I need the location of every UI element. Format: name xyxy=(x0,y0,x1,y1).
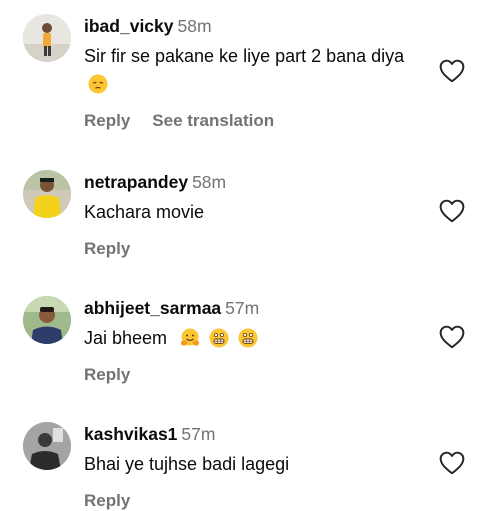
hugging-face-emoji-icon xyxy=(180,328,200,346)
see-translation-button[interactable]: See translation xyxy=(152,111,274,130)
grimacing-face-emoji-icon xyxy=(209,328,229,348)
comment-text-content: Jai bheem xyxy=(84,328,168,348)
username[interactable]: ibad_vicky xyxy=(84,16,174,36)
avatar[interactable] xyxy=(23,14,71,62)
comment-item: kashvikas1 57m Bhai ye tujhse badi lagegi… xyxy=(0,422,482,510)
timestamp: 57m xyxy=(225,298,260,318)
comment-item: ibad_vicky 58m Sir fir se pakane ke liye … xyxy=(0,14,482,134)
heart-outline-icon[interactable] xyxy=(439,199,465,223)
comment-text: Jai bheem xyxy=(84,324,414,352)
avatar[interactable] xyxy=(23,422,71,470)
comment-actions: Reply xyxy=(84,239,152,259)
avatar[interactable] xyxy=(23,170,71,218)
reply-button[interactable]: Reply xyxy=(84,111,130,130)
comment-item: abhijeet_sarmaa 57m Jai bheem Reply xyxy=(0,296,482,386)
comment-text: Kachara movie xyxy=(84,198,414,226)
comment-header: ibad_vicky 58m xyxy=(84,14,212,38)
comment-text: Bhai ye tujhse badi lagegi xyxy=(84,450,414,478)
comment-text-content: Kachara movie xyxy=(84,202,205,222)
comment-header: netrapandey 58m xyxy=(84,170,226,194)
timestamp: 57m xyxy=(181,424,216,444)
reply-button[interactable]: Reply xyxy=(84,365,130,384)
username[interactable]: netrapandey xyxy=(84,172,188,192)
username[interactable]: abhijeet_sarmaa xyxy=(84,298,221,318)
comment-actions: Reply xyxy=(84,365,152,385)
pensive-face-emoji-icon xyxy=(88,74,108,94)
heart-outline-icon[interactable] xyxy=(439,59,465,83)
avatar[interactable] xyxy=(23,296,71,344)
heart-outline-icon[interactable] xyxy=(439,325,465,349)
comment-actions: Reply See translation xyxy=(84,111,296,131)
heart-outline-icon[interactable] xyxy=(439,451,465,475)
comment-header: abhijeet_sarmaa 57m xyxy=(84,296,259,320)
comment-text-content: Sir fir se pakane ke liye part 2 bana di… xyxy=(84,46,405,66)
timestamp: 58m xyxy=(192,172,227,192)
username[interactable]: kashvikas1 xyxy=(84,424,177,444)
comment-text-content: Bhai ye tujhse badi lagegi xyxy=(84,454,290,474)
comment-item: netrapandey 58m Kachara movie Reply xyxy=(0,170,482,260)
reply-button[interactable]: Reply xyxy=(84,239,130,258)
comment-header: kashvikas1 57m xyxy=(84,422,215,446)
reply-button[interactable]: Reply xyxy=(84,491,130,510)
comment-actions: Reply xyxy=(84,491,152,511)
grimacing-face-emoji-icon xyxy=(238,328,258,348)
comment-text: Sir fir se pakane ke liye part 2 bana di… xyxy=(84,42,414,98)
timestamp: 58m xyxy=(177,16,212,36)
